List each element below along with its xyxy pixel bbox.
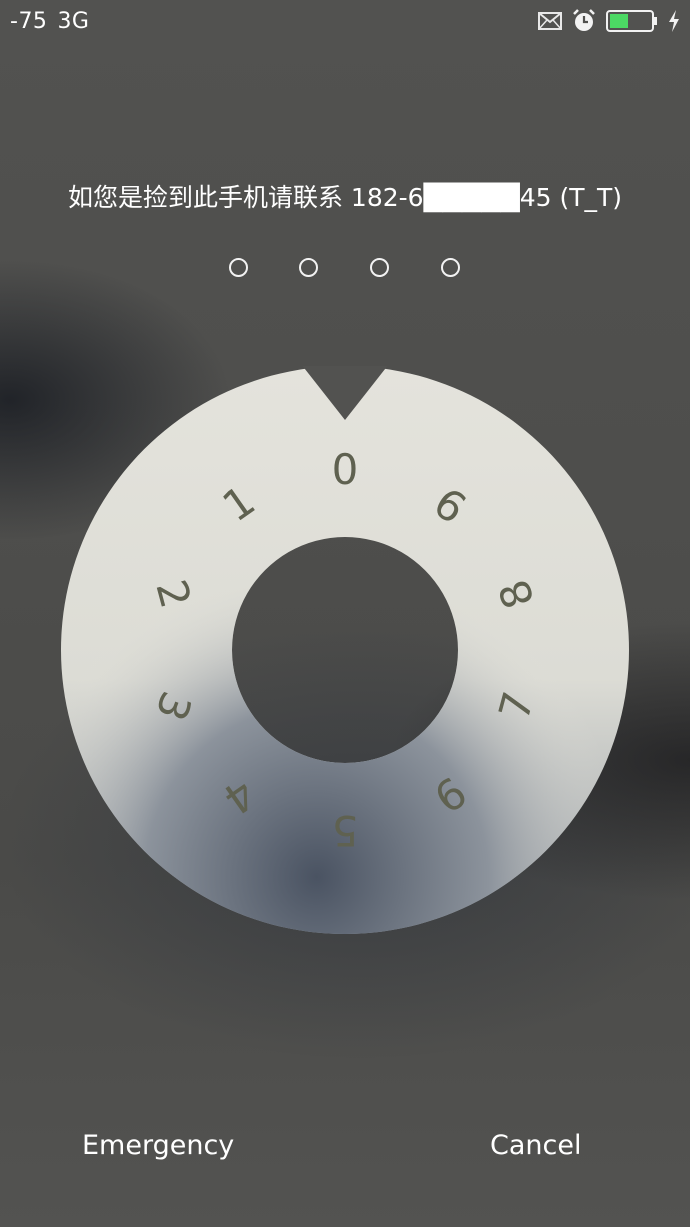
status-icons <box>538 9 680 37</box>
dial-digit-5[interactable]: 5 <box>325 805 365 855</box>
charging-icon <box>668 10 680 36</box>
owner-contact-message: 如您是捡到此手机请联系 182-6█████45 (T_T) <box>67 183 623 212</box>
pin-dot <box>370 258 389 277</box>
pin-dot <box>441 258 460 277</box>
alarm-icon <box>572 9 596 37</box>
network-type: 3G <box>57 9 90 34</box>
pin-indicator <box>227 258 467 282</box>
rotary-dial[interactable]: 0 9 8 7 6 5 4 3 2 1 <box>61 366 629 934</box>
status-left: -75 3G <box>10 9 99 34</box>
dial-digit-0[interactable]: 0 <box>325 445 365 495</box>
status-bar: -75 3G <box>0 0 690 46</box>
mail-icon <box>538 12 562 34</box>
emergency-button[interactable]: Emergency <box>82 1130 234 1161</box>
battery-icon <box>606 9 658 37</box>
pin-dot <box>229 258 248 277</box>
pin-dot <box>299 258 318 277</box>
cancel-button[interactable]: Cancel <box>490 1130 581 1161</box>
signal-strength: -75 <box>10 9 48 34</box>
